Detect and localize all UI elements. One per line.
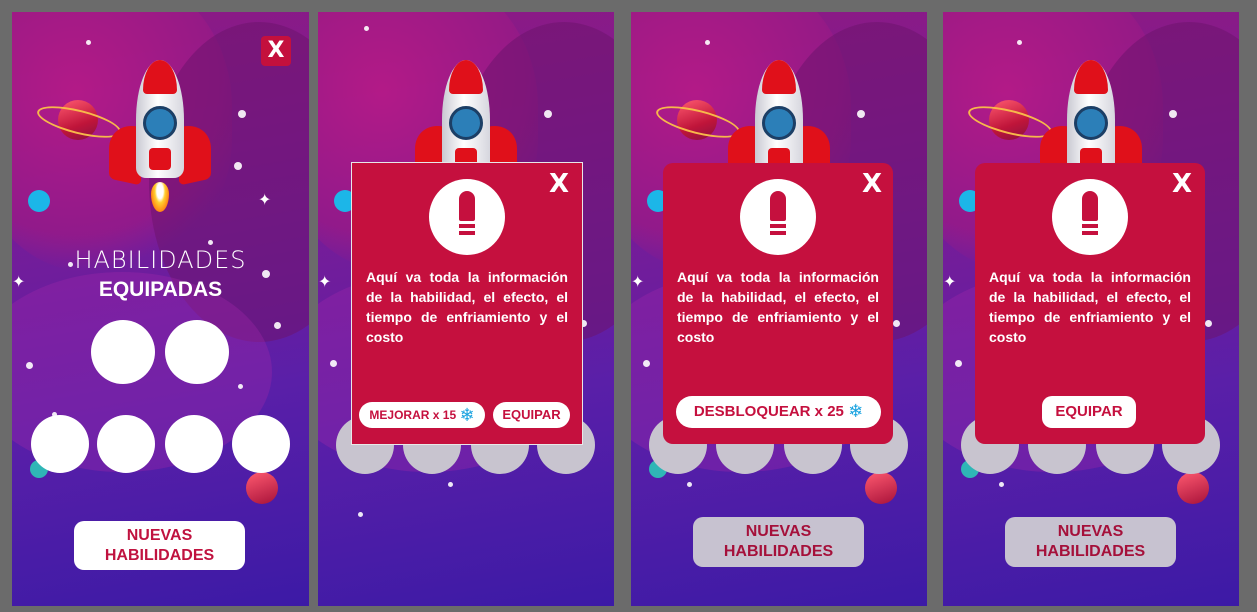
skill-info-modal: X Aquí va toda la información de la habi… <box>663 163 893 444</box>
star <box>238 110 246 118</box>
snowflake-icon: ❄ <box>848 401 864 423</box>
equipped-slot[interactable] <box>91 320 155 384</box>
snowflake-icon: ❄ <box>459 404 475 426</box>
star <box>448 482 453 487</box>
blue-planet-image <box>28 190 50 212</box>
close-button[interactable]: X <box>549 169 569 199</box>
screen-equip-modal: ✦ NUEVAS HABILIDADES X Aquí va toda la i… <box>943 12 1239 606</box>
title-line-2: EQUIPADAS <box>98 278 223 301</box>
unlock-label: DESBLOQUEAR x 25 <box>693 403 844 420</box>
close-button[interactable]: X <box>862 169 882 199</box>
star <box>857 110 865 118</box>
title-line-1: HABILIDADES <box>74 246 247 274</box>
star <box>1169 110 1177 118</box>
skill-slot[interactable] <box>31 415 89 473</box>
star <box>1017 40 1022 45</box>
new-skills-button[interactable]: NUEVAS HABILIDADES <box>1005 517 1176 567</box>
star <box>364 26 369 31</box>
sparkle-icon: ✦ <box>318 272 332 291</box>
upgrade-button[interactable]: MEJORAR x 15 ❄ <box>359 402 485 428</box>
sparkle-icon: ✦ <box>631 272 645 291</box>
new-skills-label-line-2: HABILIDADES <box>104 547 215 564</box>
rocket-image <box>105 60 215 230</box>
star <box>999 482 1004 487</box>
exclamation-icon <box>740 179 816 255</box>
star <box>26 362 33 369</box>
ringed-planet-image <box>653 90 743 150</box>
star <box>643 360 650 367</box>
star <box>705 40 710 45</box>
star <box>238 384 243 389</box>
star <box>208 240 213 245</box>
star <box>893 320 900 327</box>
star <box>955 360 962 367</box>
skill-description: Aquí va toda la información de la habili… <box>366 269 568 345</box>
red-planet-image <box>246 472 278 504</box>
ringed-planet-image <box>34 90 124 150</box>
star <box>544 110 552 118</box>
screen-title: HABILIDADES EQUIPADAS <box>12 246 309 302</box>
skill-slot[interactable] <box>97 415 155 473</box>
new-skills-label-line-1: NUEVAS <box>745 523 812 540</box>
skill-info-modal: X Aquí va toda la información de la habi… <box>352 163 582 444</box>
star <box>274 322 281 329</box>
star <box>330 360 337 367</box>
equipped-slot[interactable] <box>165 320 229 384</box>
skill-description: Aquí va toda la información de la habili… <box>677 269 879 345</box>
new-skills-button[interactable]: NUEVAS HABILIDADES <box>74 521 245 570</box>
unlock-button[interactable]: DESBLOQUEAR x 25 ❄ <box>676 396 881 428</box>
close-button[interactable]: X <box>1172 169 1192 199</box>
equip-button[interactable]: EQUIPAR <box>493 402 570 428</box>
skill-info-modal: X Aquí va toda la información de la habi… <box>975 163 1205 444</box>
ringed-planet-image <box>965 90 1055 150</box>
exclamation-icon <box>429 179 505 255</box>
sparkle-icon: ✦ <box>943 272 957 291</box>
red-planet-image <box>1177 472 1209 504</box>
upgrade-label: MEJORAR x 15 <box>369 408 457 422</box>
new-skills-label-line-2: HABILIDADES <box>1035 543 1146 560</box>
star <box>1205 320 1212 327</box>
equip-button[interactable]: EQUIPAR <box>1042 396 1136 428</box>
new-skills-label-line-1: NUEVAS <box>1057 523 1124 540</box>
red-planet-image <box>865 472 897 504</box>
star <box>234 162 242 170</box>
close-button[interactable]: X <box>261 36 291 66</box>
screen-equipped-skills: ✦ ✦ X HABILIDADES EQUIPADAS NUEVAS HABIL… <box>12 12 309 606</box>
new-skills-label-line-2: HABILIDADES <box>723 543 834 560</box>
skill-slot[interactable] <box>165 415 223 473</box>
screen-unlock-modal: ✦ NUEVAS HABILIDADES X Aquí va toda la i… <box>631 12 927 606</box>
skill-description: Aquí va toda la información de la habili… <box>989 269 1191 345</box>
new-skills-button[interactable]: NUEVAS HABILIDADES <box>693 517 864 567</box>
skill-slot[interactable] <box>232 415 290 473</box>
star <box>86 40 91 45</box>
screen-upgrade-modal: ✦ X Aquí va toda la información de la ha… <box>318 12 614 606</box>
sparkle-icon: ✦ <box>258 190 272 209</box>
star <box>358 512 363 517</box>
star <box>687 482 692 487</box>
new-skills-label-line-1: NUEVAS <box>126 527 193 544</box>
exclamation-icon <box>1052 179 1128 255</box>
